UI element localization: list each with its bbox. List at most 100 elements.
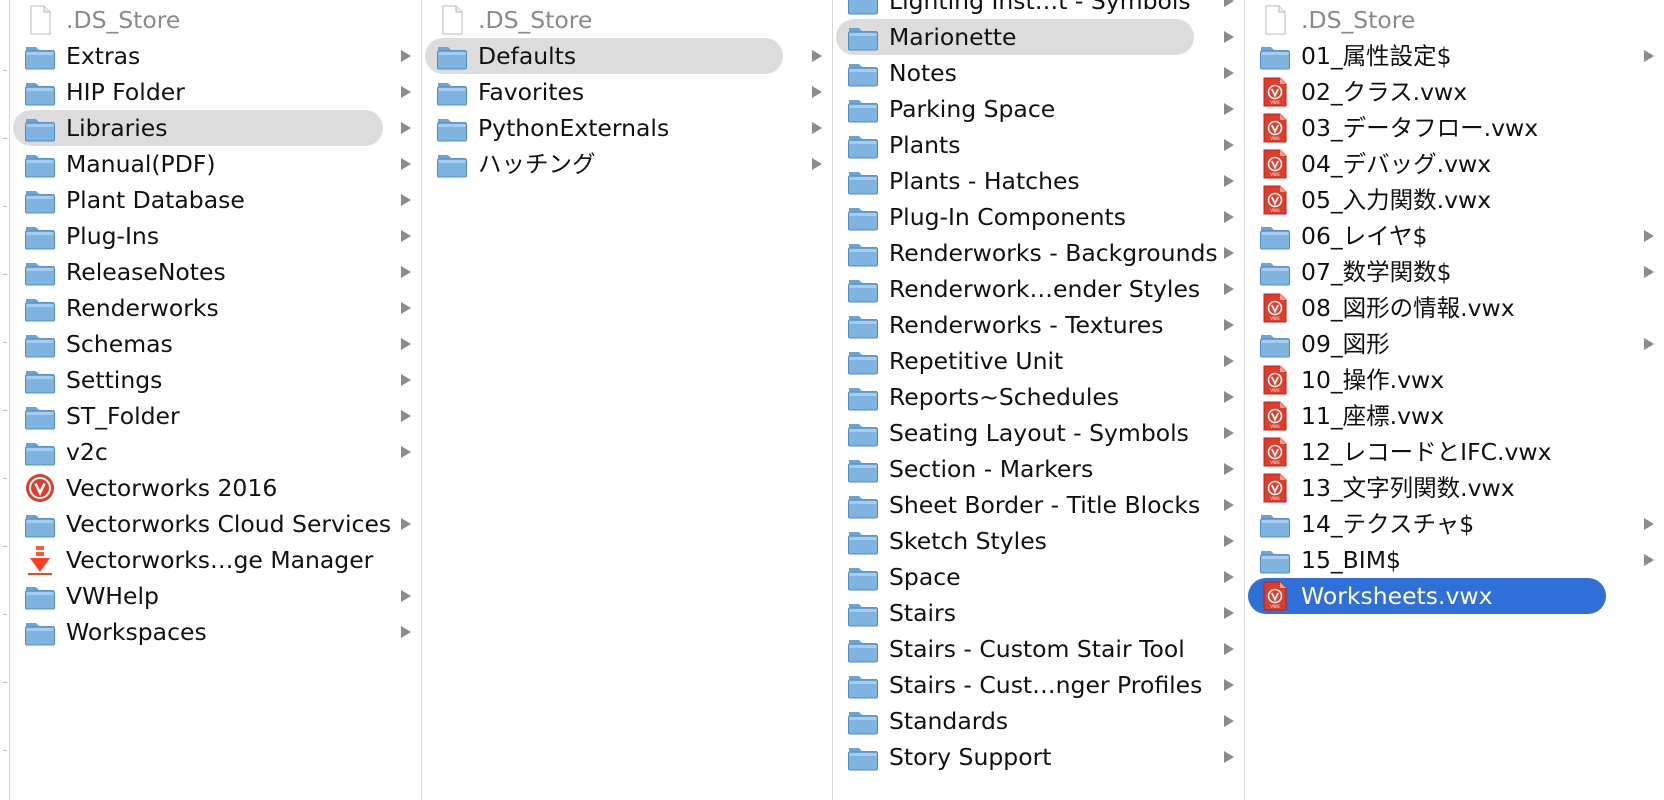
list-item[interactable]: HIP Folder bbox=[10, 74, 421, 110]
item-label: 13_文字列関数.vwx bbox=[1301, 474, 1515, 502]
folder-icon bbox=[24, 255, 56, 289]
item-label: v2c bbox=[66, 438, 108, 466]
list-item[interactable]: Marionette bbox=[833, 19, 1244, 55]
list-item[interactable]: Schemas bbox=[10, 326, 421, 362]
disclosure-arrow-icon bbox=[1224, 0, 1234, 7]
vwx-file-icon: VWX bbox=[1259, 471, 1291, 505]
disclosure-arrow-icon bbox=[1224, 715, 1234, 727]
list-item[interactable]: .DS_Store bbox=[10, 2, 421, 38]
list-item[interactable]: Settings bbox=[10, 362, 421, 398]
list-item[interactable]: Renderwork…ender Styles bbox=[833, 271, 1244, 307]
list-item[interactable]: Plug-Ins bbox=[10, 218, 421, 254]
list-item[interactable]: VWX 10_操作.vwx bbox=[1245, 362, 1664, 398]
svg-text:VWX: VWX bbox=[1270, 388, 1280, 393]
list-item[interactable]: VWX 11_座標.vwx bbox=[1245, 398, 1664, 434]
list-item[interactable]: Stairs - Cust…nger Profiles bbox=[833, 667, 1244, 703]
list-item[interactable]: VWX 08_図形の情報.vwx bbox=[1245, 290, 1664, 326]
list-item[interactable]: 14_テクスチャ$ bbox=[1245, 506, 1664, 542]
list-item[interactable]: Stairs - Custom Stair Tool bbox=[833, 631, 1244, 667]
list-item[interactable]: Seating Layout - Symbols bbox=[833, 415, 1244, 451]
item-label: Renderwork…ender Styles bbox=[889, 275, 1201, 303]
item-label: Schemas bbox=[66, 330, 173, 358]
column-2[interactable]: .DS_Store Defaults Favorites PythonExter… bbox=[422, 0, 833, 800]
list-item[interactable]: .DS_Store bbox=[422, 2, 832, 38]
list-item[interactable]: VWX Worksheets.vwx bbox=[1245, 578, 1664, 614]
list-item[interactable]: VWX 05_入力関数.vwx bbox=[1245, 182, 1664, 218]
list-item[interactable]: Plants bbox=[833, 127, 1244, 163]
list-item[interactable]: VWHelp bbox=[10, 578, 421, 614]
list-item[interactable]: Vectorworks…ge Manager bbox=[10, 542, 421, 578]
list-item[interactable]: VWX 04_デバッグ.vwx bbox=[1245, 146, 1664, 182]
list-item[interactable]: VWX 02_クラス.vwx bbox=[1245, 74, 1664, 110]
list-item[interactable]: Vectorworks Cloud Services bbox=[10, 506, 421, 542]
item-label: Repetitive Unit bbox=[889, 347, 1064, 375]
item-label: Lighting Inst…t - Symbols bbox=[889, 0, 1191, 15]
folder-icon bbox=[436, 111, 468, 145]
disclosure-arrow-icon bbox=[1224, 463, 1234, 475]
disclosure-arrow-icon bbox=[1224, 679, 1234, 691]
list-item[interactable]: Favorites bbox=[422, 74, 832, 110]
folder-icon bbox=[847, 236, 879, 270]
list-item[interactable]: Notes bbox=[833, 55, 1244, 91]
item-label: Extras bbox=[66, 42, 141, 70]
list-item[interactable]: 07_数学関数$ bbox=[1245, 254, 1664, 290]
list-item[interactable]: v2c bbox=[10, 434, 421, 470]
vwx-file-icon: VWX bbox=[1259, 363, 1291, 397]
list-item[interactable]: Parking Space bbox=[833, 91, 1244, 127]
list-item[interactable]: Renderworks - Backgrounds bbox=[833, 235, 1244, 271]
list-item[interactable]: Story Support bbox=[833, 739, 1244, 775]
column-3[interactable]: Lighting Inst…t - Symbols Marionette Not… bbox=[833, 0, 1245, 800]
list-item[interactable]: VWX 13_文字列関数.vwx bbox=[1245, 470, 1664, 506]
list-item[interactable]: Vectorworks 2016 bbox=[10, 470, 421, 506]
list-item[interactable]: Workspaces bbox=[10, 614, 421, 650]
list-item[interactable]: VWX 03_データフロー.vwx bbox=[1245, 110, 1664, 146]
list-item[interactable]: Libraries bbox=[10, 110, 421, 146]
disclosure-arrow-icon bbox=[1644, 554, 1654, 566]
list-item[interactable]: Sketch Styles bbox=[833, 523, 1244, 559]
folder-icon bbox=[1259, 255, 1291, 289]
vwx-file-icon: VWX bbox=[1259, 435, 1291, 469]
list-item[interactable]: PythonExternals bbox=[422, 110, 832, 146]
disclosure-arrow-icon bbox=[1224, 103, 1234, 115]
item-list: Lighting Inst…t - Symbols Marionette Not… bbox=[833, 0, 1244, 775]
list-item[interactable]: Plant Database bbox=[10, 182, 421, 218]
item-label: Story Support bbox=[889, 743, 1052, 771]
list-item[interactable]: Sheet Border - Title Blocks bbox=[833, 487, 1244, 523]
column-edge-mark bbox=[3, 410, 7, 411]
item-label: 02_クラス.vwx bbox=[1301, 78, 1468, 106]
list-item[interactable]: Plants - Hatches bbox=[833, 163, 1244, 199]
list-item[interactable]: Renderworks - Textures bbox=[833, 307, 1244, 343]
list-item[interactable]: Standards bbox=[833, 703, 1244, 739]
list-item[interactable]: VWX 12_レコードとIFC.vwx bbox=[1245, 434, 1664, 470]
list-item[interactable]: Space bbox=[833, 559, 1244, 595]
list-item[interactable]: 15_BIM$ bbox=[1245, 542, 1664, 578]
svg-text:VWX: VWX bbox=[1270, 100, 1280, 105]
list-item[interactable]: Renderworks bbox=[10, 290, 421, 326]
list-item[interactable]: Plug-In Components bbox=[833, 199, 1244, 235]
list-item[interactable]: ST_Folder bbox=[10, 398, 421, 434]
item-label: 05_入力関数.vwx bbox=[1301, 186, 1492, 214]
list-item[interactable]: Reports~Schedules bbox=[833, 379, 1244, 415]
list-item[interactable]: .DS_Store bbox=[1245, 2, 1664, 38]
column-4[interactable]: .DS_Store 01_属性設定$ VWX 02_クラス.vwx VWX 03… bbox=[1245, 0, 1664, 800]
list-item[interactable]: Extras bbox=[10, 38, 421, 74]
list-item[interactable]: 01_属性設定$ bbox=[1245, 38, 1664, 74]
item-label: Reports~Schedules bbox=[889, 383, 1120, 411]
list-item[interactable]: Manual(PDF) bbox=[10, 146, 421, 182]
item-label: Renderworks bbox=[66, 294, 219, 322]
item-label: Notes bbox=[889, 59, 957, 87]
list-item[interactable]: Defaults bbox=[422, 38, 832, 74]
item-label: Vectorworks 2016 bbox=[66, 474, 278, 502]
list-item[interactable]: Stairs bbox=[833, 595, 1244, 631]
list-item[interactable]: ハッチング bbox=[422, 146, 832, 182]
disclosure-arrow-icon bbox=[1224, 751, 1234, 763]
list-item[interactable]: 09_図形 bbox=[1245, 326, 1664, 362]
list-item[interactable]: ReleaseNotes bbox=[10, 254, 421, 290]
list-item[interactable]: Lighting Inst…t - Symbols bbox=[833, 0, 1244, 19]
column-1[interactable]: .DS_Store Extras HIP Folder Libraries Ma… bbox=[10, 0, 422, 800]
item-label: Favorites bbox=[478, 78, 585, 106]
column-previous-edge[interactable] bbox=[0, 0, 10, 800]
list-item[interactable]: 06_レイヤ$ bbox=[1245, 218, 1664, 254]
list-item[interactable]: Section - Markers bbox=[833, 451, 1244, 487]
list-item[interactable]: Repetitive Unit bbox=[833, 343, 1244, 379]
